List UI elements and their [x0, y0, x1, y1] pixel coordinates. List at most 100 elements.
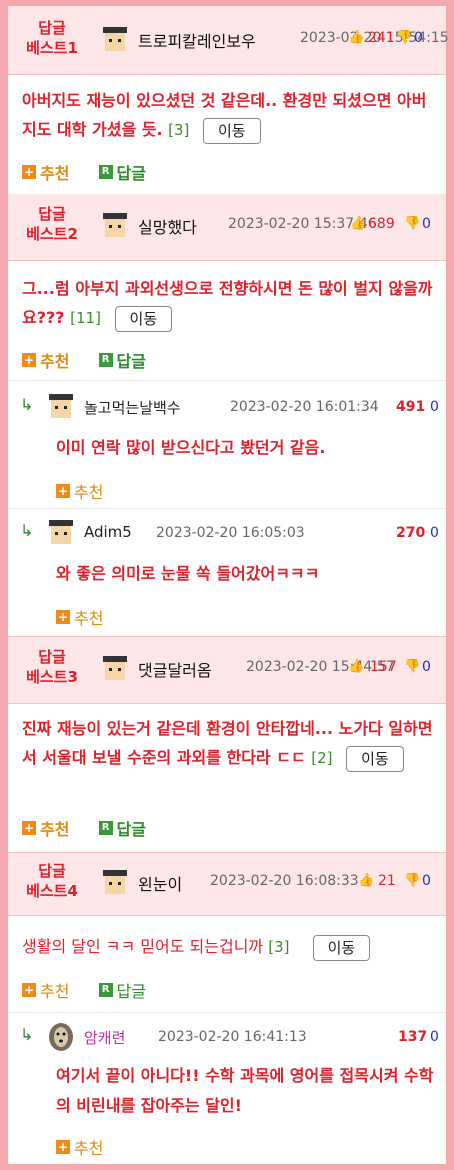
- comment-actions: + 추천 R 답글: [22, 160, 146, 184]
- downvote-count: 0: [430, 1029, 439, 1045]
- move-button[interactable]: 이동: [312, 934, 371, 961]
- downvote-count: 0: [430, 525, 439, 541]
- upvote-count: 157: [370, 659, 397, 675]
- downvote-count: 0: [422, 659, 431, 675]
- thumbs-up-icon[interactable]: 👍: [348, 30, 364, 45]
- comment-text: 진짜 재능이 있는거 같은데 환경이 안타깝네... 노가다 일하면서 서울대 …: [22, 714, 434, 773]
- author-nickname[interactable]: 댓글달러옴: [138, 657, 212, 681]
- comment-actions: + 추천 R 답글: [22, 816, 146, 840]
- move-button[interactable]: 이동: [346, 745, 404, 772]
- r-badge-icon[interactable]: R: [98, 983, 113, 997]
- best-badge-line1: 답글: [38, 862, 66, 880]
- plus-icon[interactable]: +: [22, 353, 36, 367]
- plus-icon[interactable]: +: [22, 165, 36, 179]
- comment-text: 그...럼 아부지 과외선생으로 전향하시면 돈 많이 벌지 않을까요??? […: [22, 274, 434, 333]
- comment-body: 생활의 달인 ㅋㅋ 믿어도 되는겁니까: [22, 937, 264, 956]
- best-comment-3: 답글 베스트3 댓글달러옴 2023-02-20 15:44:57 👍 157 …: [8, 636, 446, 850]
- best-comment-2: 답글 베스트2 실망했다 2023-02-20 15:37:46 👍 689 👎…: [8, 194, 446, 636]
- plus-icon[interactable]: +: [56, 1140, 70, 1154]
- avatar[interactable]: [100, 24, 130, 54]
- r-badge-icon[interactable]: R: [98, 165, 113, 179]
- thumbs-down-icon[interactable]: 👎: [404, 216, 420, 231]
- thumbs-up-icon[interactable]: 👍: [358, 873, 374, 888]
- avatar[interactable]: [46, 517, 76, 547]
- reply-arrow-icon: ↳: [20, 521, 34, 540]
- upvote-count: 689: [368, 216, 395, 232]
- downvote-count: 0: [422, 873, 431, 889]
- reply-count: [3]: [268, 938, 290, 956]
- upvote-count: 270: [396, 525, 426, 541]
- recommend-button[interactable]: 추천: [74, 483, 103, 502]
- reply-count: [3]: [168, 121, 190, 139]
- plus-icon[interactable]: +: [22, 983, 36, 997]
- author-nickname[interactable]: Adim5: [84, 523, 132, 541]
- recommend-button[interactable]: 추천: [40, 164, 69, 183]
- reply-button[interactable]: 답글: [117, 982, 146, 1001]
- best-comment-4: 답글 베스트4 왼눈이 2023-02-20 16:08:33 👍 21 👎 0…: [8, 852, 446, 1164]
- recommend-button[interactable]: 추천: [74, 609, 103, 628]
- reply-count: [2]: [311, 749, 333, 767]
- recommend-button[interactable]: 추천: [74, 1139, 103, 1158]
- plus-icon[interactable]: +: [56, 610, 70, 624]
- move-button[interactable]: 이동: [114, 305, 173, 332]
- author-nickname[interactable]: 암캐련: [84, 1027, 125, 1048]
- comment-actions: + 추천: [56, 605, 103, 629]
- author-nickname[interactable]: 놀고먹는날백수: [84, 397, 181, 418]
- comment-date: 2023-02-20 16:41:13: [158, 1029, 307, 1045]
- plus-icon[interactable]: +: [22, 821, 36, 835]
- r-badge-icon[interactable]: R: [98, 353, 113, 367]
- avatar[interactable]: [100, 653, 130, 683]
- avatar[interactable]: [100, 210, 130, 240]
- author-nickname[interactable]: 실망했다: [138, 214, 197, 238]
- best-badge-line1: 답글: [38, 205, 66, 223]
- recommend-button[interactable]: 추천: [40, 352, 69, 371]
- avatar[interactable]: [100, 867, 130, 897]
- comment-date: 2023-02-20 16:08:33: [210, 873, 359, 889]
- best-badge-line2: 베스트2: [26, 225, 78, 243]
- best-badge-line2: 베스트4: [26, 882, 78, 900]
- upvote-count: 241: [368, 30, 395, 46]
- comment-actions: + 추천 R 답글: [22, 348, 146, 372]
- best-badge-line1: 답글: [38, 19, 66, 37]
- plus-icon[interactable]: +: [56, 484, 70, 498]
- avatar[interactable]: [46, 1021, 76, 1051]
- thumbs-down-icon[interactable]: 👎: [396, 30, 412, 45]
- reply-comment: ↳ Adim5 2023-02-20 16:05:03 270 0 와 좋은 의…: [8, 508, 446, 637]
- comment-body: 이미 연락 많이 받으신다고 봤던거 같음.: [56, 438, 326, 457]
- r-badge-icon[interactable]: R: [98, 821, 113, 835]
- upvote-count: 491: [396, 399, 426, 415]
- comment-body: 여기서 끝이 아니다!! 수학 과목에 영어를 접목시켜 수학의 비린내를 잡아…: [56, 1066, 434, 1115]
- author-nickname[interactable]: 왼눈이: [138, 871, 182, 895]
- thumbs-up-icon[interactable]: 👍: [350, 216, 366, 231]
- best-badge: 답글 베스트3: [12, 647, 92, 687]
- comment-date: 2023-02-20 16:01:34: [230, 399, 379, 415]
- thumbs-up-icon[interactable]: 👍: [348, 659, 364, 674]
- reply-button[interactable]: 답글: [117, 352, 146, 371]
- comment-text: 생활의 달인 ㅋㅋ 믿어도 되는겁니까 [3] 이동: [22, 932, 434, 962]
- comment-header: 답글 베스트2 실망했다 2023-02-20 15:37:46 👍 689 👎…: [8, 194, 446, 261]
- reply-count: [11]: [70, 309, 101, 327]
- best-badge-line2: 베스트1: [26, 39, 78, 57]
- thumbs-down-icon[interactable]: 👎: [404, 659, 420, 674]
- comment-date: 2023-02-20 16:05:03: [156, 525, 305, 541]
- comment-header: 답글 베스트3 댓글달러옴 2023-02-20 15:44:57 👍 157 …: [8, 636, 446, 704]
- avatar[interactable]: [46, 391, 76, 421]
- best-badge-line2: 베스트3: [26, 668, 78, 686]
- comment-actions: + 추천 R 답글: [22, 978, 146, 1002]
- author-nickname[interactable]: 트로피칼레인보우: [138, 28, 256, 52]
- downvote-count: 0: [414, 30, 423, 46]
- recommend-button[interactable]: 추천: [40, 820, 69, 839]
- thumbs-down-icon[interactable]: 👎: [404, 873, 420, 888]
- reply-button[interactable]: 답글: [117, 820, 146, 839]
- best-badge-line1: 답글: [38, 648, 66, 666]
- recommend-button[interactable]: 추천: [40, 982, 69, 1001]
- comment-text: 아버지도 재능이 있으셨던 것 같은데.. 환경만 되셨으면 아버지도 대학 가…: [22, 86, 434, 145]
- upvote-count: 137: [398, 1029, 428, 1045]
- upvote-count: 21: [378, 873, 396, 889]
- reply-button[interactable]: 답글: [117, 164, 146, 183]
- move-button[interactable]: 이동: [202, 117, 261, 144]
- reply-comment: ↳ 암캐련 2023-02-20 16:41:13 137 0 여기서 끝이 아…: [8, 1012, 446, 1165]
- best-badge: 답글 베스트4: [12, 861, 92, 901]
- best-badge: 답글 베스트1: [12, 18, 92, 58]
- downvote-count: 0: [422, 216, 431, 232]
